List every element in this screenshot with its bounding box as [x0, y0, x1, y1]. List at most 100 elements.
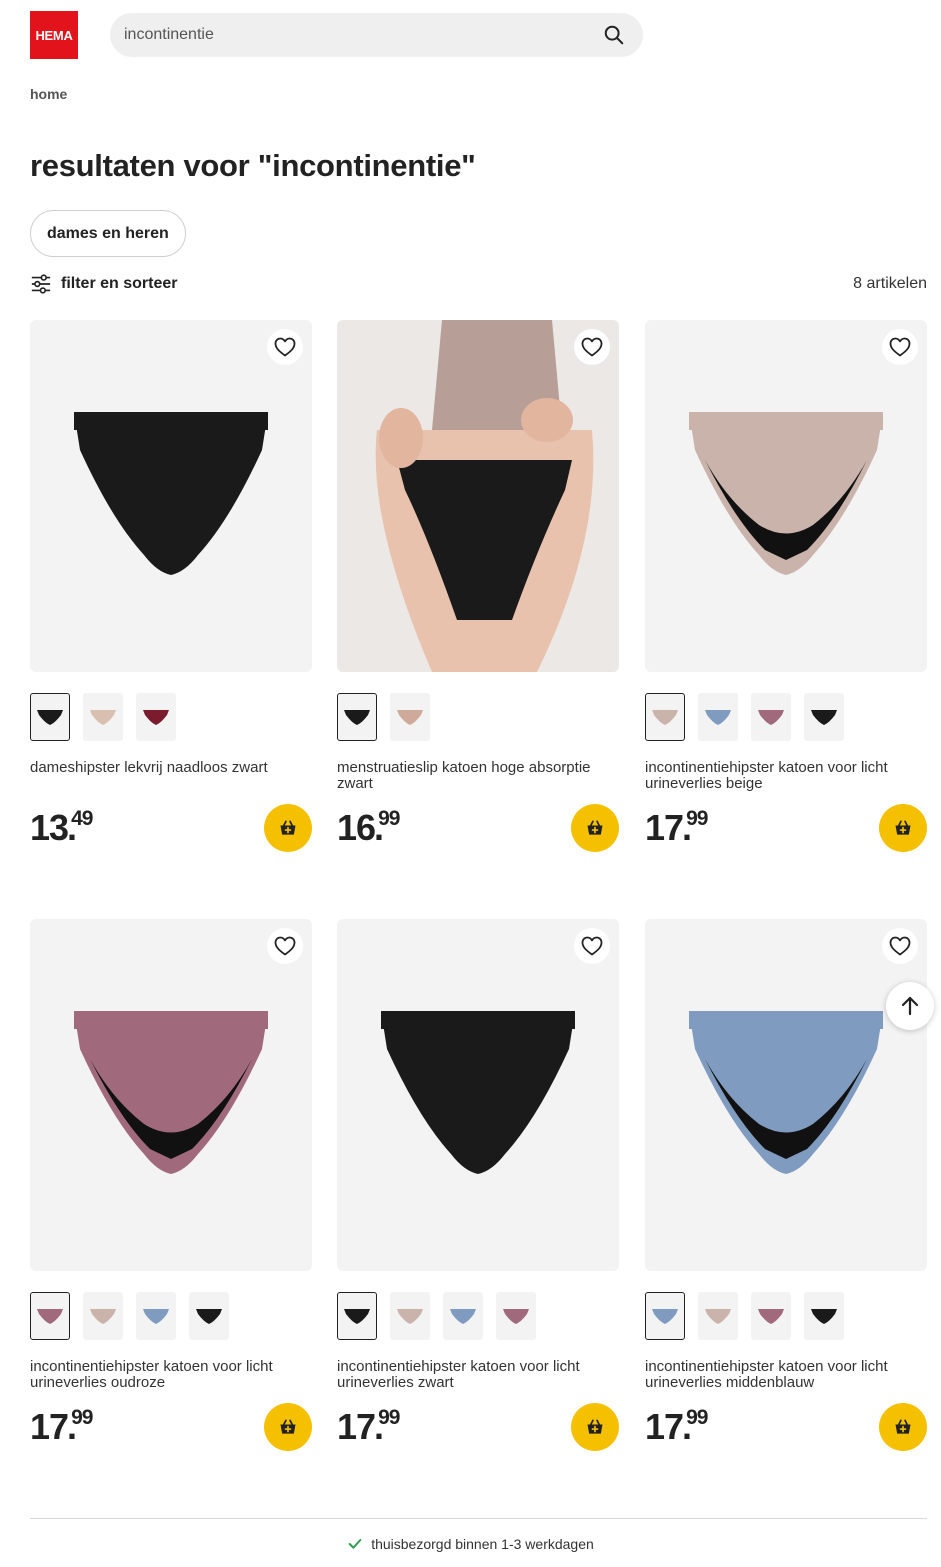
- color-swatch[interactable]: [390, 1292, 430, 1340]
- hema-logo[interactable]: HEMA: [30, 11, 78, 59]
- basket-plus-icon: [587, 1419, 603, 1434]
- color-swatch[interactable]: [496, 1292, 536, 1340]
- product-price: 17. 99: [645, 807, 708, 848]
- color-swatch[interactable]: [645, 1292, 685, 1340]
- basket-plus-icon: [280, 820, 296, 835]
- color-swatch[interactable]: [751, 1292, 791, 1340]
- swatch-preview: [143, 710, 169, 725]
- color-swatch[interactable]: [337, 1292, 377, 1340]
- swatch-preview: [37, 1309, 63, 1324]
- product-image[interactable]: [645, 320, 927, 672]
- color-swatch[interactable]: [30, 693, 70, 741]
- heart-icon: [581, 337, 603, 357]
- price-euros: 17: [645, 807, 684, 848]
- product-name[interactable]: incontinentiehipster katoen voor licht u…: [645, 1359, 927, 1391]
- product-price: 16. 99: [337, 807, 400, 848]
- basket-plus-icon: [895, 1419, 911, 1434]
- swatch-preview: [811, 1309, 837, 1324]
- color-swatch[interactable]: [189, 1292, 229, 1340]
- product-name[interactable]: incontinentiehipster katoen voor licht u…: [337, 1359, 619, 1391]
- search-bar: [110, 13, 643, 57]
- delivery-text: thuisbezorgd binnen 1-3 werkdagen: [371, 1536, 594, 1552]
- add-to-cart-button[interactable]: [571, 804, 619, 852]
- price-cents: 99: [378, 807, 400, 830]
- product-image[interactable]: [30, 919, 312, 1271]
- product-name[interactable]: incontinentiehipster katoen voor licht u…: [30, 1359, 312, 1391]
- favorite-button[interactable]: [882, 329, 918, 365]
- favorite-button[interactable]: [882, 928, 918, 964]
- heart-icon: [889, 337, 911, 357]
- price-euros: 17: [645, 1406, 684, 1447]
- filter-chip-dames-en-heren[interactable]: dames en heren: [30, 210, 186, 257]
- product-price: 17. 99: [645, 1406, 708, 1447]
- color-swatch[interactable]: [804, 1292, 844, 1340]
- search-input[interactable]: [124, 13, 584, 57]
- add-to-cart-button[interactable]: [264, 804, 312, 852]
- swatch-preview: [758, 1309, 784, 1324]
- swatch-preview: [450, 1309, 476, 1324]
- add-to-cart-button[interactable]: [879, 804, 927, 852]
- swatch-preview: [37, 710, 63, 725]
- color-swatch[interactable]: [443, 1292, 483, 1340]
- delivery-usp: thuisbezorgd binnen 1-3 werkdagen: [0, 1536, 941, 1552]
- scroll-to-top-button[interactable]: [886, 982, 934, 1030]
- product-price: 13. 49: [30, 807, 93, 848]
- color-swatch[interactable]: [645, 693, 685, 741]
- filter-sort-button[interactable]: filter en sorteer: [30, 270, 177, 298]
- color-swatches: [645, 1292, 844, 1340]
- basket-plus-icon: [587, 820, 603, 835]
- color-swatch[interactable]: [751, 693, 791, 741]
- search-icon[interactable]: [603, 24, 625, 46]
- favorite-button[interactable]: [574, 928, 610, 964]
- color-swatches: [337, 1292, 536, 1340]
- heart-icon: [889, 936, 911, 956]
- product-image[interactable]: [645, 919, 927, 1271]
- swatch-preview: [90, 1309, 116, 1324]
- color-swatch[interactable]: [804, 693, 844, 741]
- page-title: resultaten voor "incontinentie": [30, 148, 476, 183]
- favorite-button[interactable]: [267, 928, 303, 964]
- heart-icon: [274, 936, 296, 956]
- swatch-preview: [503, 1309, 529, 1324]
- color-swatches: [30, 1292, 229, 1340]
- swatch-preview: [344, 1309, 370, 1324]
- price-cents: 49: [71, 807, 93, 830]
- product-image[interactable]: [30, 320, 312, 672]
- color-swatch[interactable]: [30, 1292, 70, 1340]
- product-name[interactable]: dameshipster lekvrij naadloos zwart: [30, 760, 312, 776]
- price-cents: 99: [378, 1406, 400, 1429]
- add-to-cart-button[interactable]: [264, 1403, 312, 1451]
- price-euros: 13: [30, 807, 69, 848]
- color-swatches: [30, 693, 176, 741]
- product-image[interactable]: [337, 320, 619, 672]
- swatch-preview: [196, 1309, 222, 1324]
- swatch-preview: [652, 710, 678, 725]
- header: HEMA: [0, 0, 941, 72]
- product-price: 17. 99: [337, 1406, 400, 1447]
- color-swatch[interactable]: [83, 693, 123, 741]
- favorite-button[interactable]: [267, 329, 303, 365]
- color-swatch[interactable]: [83, 1292, 123, 1340]
- swatch-preview: [758, 710, 784, 725]
- article-count: 8 artikelen: [853, 275, 927, 292]
- product-name[interactable]: menstruatieslip katoen hoge absorptie zw…: [337, 760, 619, 792]
- swatch-preview: [143, 1309, 169, 1324]
- color-swatch[interactable]: [337, 693, 377, 741]
- color-swatch[interactable]: [698, 1292, 738, 1340]
- product-name[interactable]: incontinentiehipster katoen voor licht u…: [645, 760, 927, 792]
- color-swatch[interactable]: [698, 693, 738, 741]
- color-swatch[interactable]: [390, 693, 430, 741]
- product-image[interactable]: [337, 919, 619, 1271]
- price-cents: 99: [686, 807, 708, 830]
- add-to-cart-button[interactable]: [879, 1403, 927, 1451]
- price-cents: 99: [71, 1406, 93, 1429]
- favorite-button[interactable]: [574, 329, 610, 365]
- breadcrumb-home[interactable]: home: [30, 86, 67, 102]
- sliders-icon: [31, 274, 51, 294]
- heart-icon: [274, 337, 296, 357]
- check-icon: [348, 1539, 362, 1549]
- price-euros: 16: [337, 807, 376, 848]
- color-swatch[interactable]: [136, 693, 176, 741]
- color-swatch[interactable]: [136, 1292, 176, 1340]
- add-to-cart-button[interactable]: [571, 1403, 619, 1451]
